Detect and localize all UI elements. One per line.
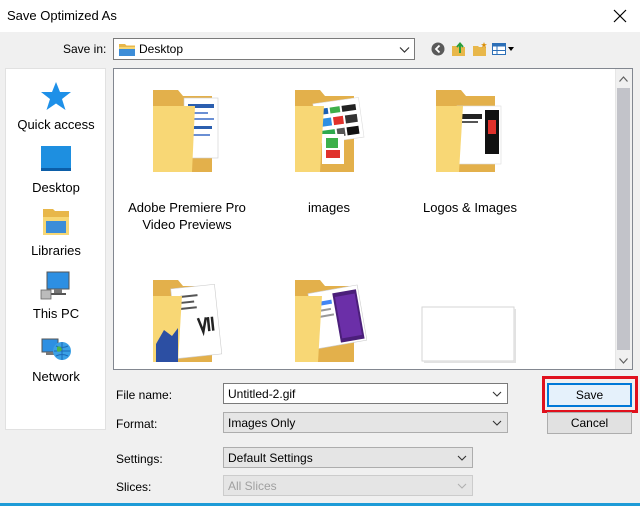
- new-folder-button[interactable]: [471, 40, 489, 58]
- file-item-label: Logos & Images: [423, 200, 517, 215]
- file-list[interactable]: Adobe Premiere Pro Video Previews images…: [113, 68, 633, 370]
- slices-dropdown: All Slices: [223, 475, 473, 496]
- format-value: Images Only: [228, 416, 296, 430]
- view-menu-button[interactable]: [492, 40, 516, 58]
- save-in-value: Desktop: [139, 42, 184, 56]
- chevron-down-icon: [619, 357, 628, 364]
- up-folder-button[interactable]: [450, 40, 468, 58]
- place-label: Quick access: [17, 117, 95, 132]
- libraries-icon: [43, 209, 69, 235]
- file-name-label: File name:: [116, 388, 173, 402]
- place-label: This PC: [32, 306, 80, 321]
- scroll-up-button[interactable]: [615, 70, 632, 87]
- desktop-icon: [41, 146, 71, 171]
- folder-icon: [153, 280, 223, 362]
- view-menu-icon: [492, 43, 514, 55]
- chevron-up-icon: [619, 75, 628, 82]
- network-icon: [41, 338, 71, 360]
- file-item-label: images: [308, 200, 350, 215]
- cancel-button[interactable]: Cancel: [547, 412, 632, 434]
- back-button[interactable]: [430, 40, 446, 58]
- back-icon: [431, 42, 445, 56]
- new-folder-icon: [473, 42, 487, 56]
- chevron-down-icon: [457, 455, 467, 461]
- settings-label: Settings:: [116, 452, 163, 466]
- up-folder-icon: [452, 41, 465, 56]
- save-button[interactable]: Save: [547, 383, 632, 407]
- places-bar: Quick access Desktop Libraries This PC N…: [5, 68, 106, 430]
- place-label: Desktop: [32, 180, 80, 195]
- slices-label: Slices:: [116, 480, 152, 494]
- place-desktop[interactable]: Desktop: [6, 142, 106, 202]
- place-quick-access[interactable]: Quick access: [6, 79, 106, 139]
- place-label: Libraries: [31, 243, 81, 258]
- chevron-down-icon: [399, 47, 410, 53]
- place-libraries[interactable]: Libraries: [6, 205, 106, 265]
- place-network[interactable]: Network: [6, 331, 106, 391]
- format-dropdown[interactable]: Images Only: [223, 412, 508, 433]
- computer-icon: [40, 271, 70, 300]
- settings-value: Default Settings: [228, 451, 313, 465]
- folder-icon: [295, 280, 367, 362]
- settings-dropdown[interactable]: Default Settings: [223, 447, 473, 468]
- folder-icon: [153, 90, 219, 172]
- chevron-down-icon: [492, 391, 502, 397]
- folder-icon: [436, 90, 502, 172]
- file-name-value: Untitled-2.gif: [228, 387, 296, 401]
- close-button[interactable]: [604, 2, 636, 30]
- folder-icon: [295, 90, 365, 172]
- scrollbar-thumb[interactable]: [617, 88, 630, 350]
- scroll-down-button[interactable]: [615, 352, 632, 369]
- save-in-label: Save in:: [63, 42, 107, 56]
- slices-value: All Slices: [228, 479, 277, 493]
- chevron-down-icon: [492, 420, 502, 426]
- star-icon: [41, 82, 71, 110]
- format-label: Format:: [116, 417, 158, 431]
- save-in-dropdown[interactable]: Desktop: [113, 38, 415, 60]
- window-title: Save Optimized As: [7, 8, 117, 23]
- chevron-down-icon: [457, 483, 467, 489]
- close-icon: [613, 9, 627, 23]
- file-item-label: Adobe Premiere Pro Video Previews: [128, 200, 246, 232]
- file-thumbnail-icon: [421, 306, 516, 363]
- folder-icon: [119, 44, 135, 56]
- place-label: Network: [32, 369, 80, 384]
- place-this-pc[interactable]: This PC: [6, 268, 106, 328]
- file-name-input[interactable]: Untitled-2.gif: [223, 383, 508, 404]
